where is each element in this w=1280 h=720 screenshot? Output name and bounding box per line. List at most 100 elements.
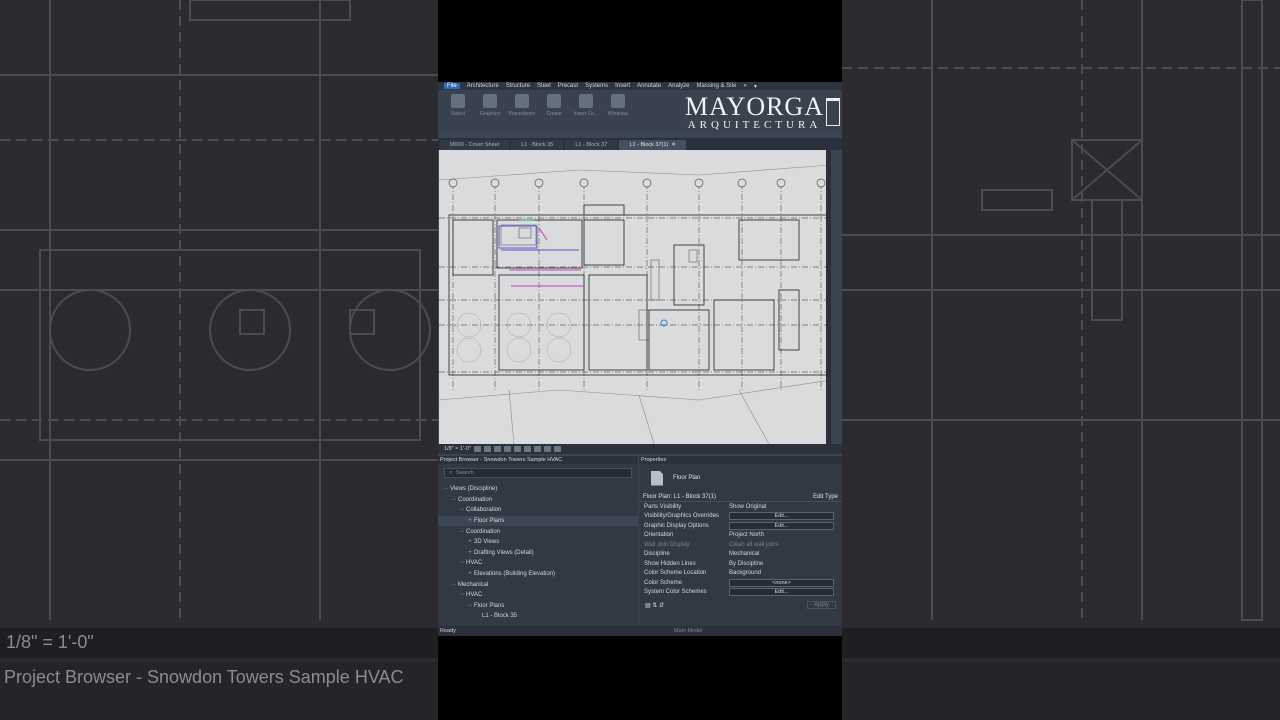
expand-icon[interactable]: + xyxy=(466,550,474,556)
menu-precast[interactable]: Precast xyxy=(558,83,578,89)
menu-annotate[interactable]: Annotate xyxy=(637,83,661,89)
expand-icon[interactable]: + xyxy=(466,539,474,545)
tree-item[interactable]: − HVAC xyxy=(438,590,638,601)
instance-selector[interactable]: Floor Plan: L1 - Block 37(1) Edit Type xyxy=(639,492,842,502)
property-value[interactable]: Background xyxy=(729,570,842,576)
menu-systems[interactable]: Systems xyxy=(585,83,608,89)
show-crop-icon[interactable] xyxy=(523,446,531,452)
tree-item[interactable]: + Floor Plans xyxy=(438,515,638,527)
left-backdrop-scale: 1/8" = 1'-0" xyxy=(6,632,94,652)
right-backdrop xyxy=(842,0,1280,720)
lock-3d-icon[interactable] xyxy=(533,446,541,452)
property-edit-button[interactable]: Edit... xyxy=(729,521,834,530)
ribbon-select[interactable]: Select xyxy=(444,94,472,128)
expand-icon[interactable]: + xyxy=(466,518,474,524)
close-icon[interactable]: ✕ xyxy=(671,142,676,148)
shadows-icon[interactable] xyxy=(503,446,511,452)
tree-item-label: Coordination xyxy=(458,496,493,503)
property-value[interactable]: Clean all wall joins xyxy=(729,542,842,548)
collapse-icon[interactable]: − xyxy=(450,582,458,588)
tree-item[interactable]: + Drafting Views (Detail) xyxy=(438,548,638,559)
collapse-icon[interactable]: − xyxy=(450,497,458,503)
reveal-hidden-icon[interactable] xyxy=(553,446,561,452)
canvas-scrollbar[interactable] xyxy=(826,150,831,444)
tree-item[interactable]: − HVAC xyxy=(438,558,638,569)
tree-item-label: Floor Plans xyxy=(474,518,505,525)
menu-analyze[interactable]: Analyze xyxy=(668,83,689,89)
ribbon-create[interactable]: Create xyxy=(540,94,568,128)
ribbon-insert[interactable]: Insert Co... xyxy=(572,94,600,128)
collapse-icon[interactable]: − xyxy=(442,486,450,492)
tree-item-label: Views (Discipline) xyxy=(450,486,498,493)
tree-item[interactable]: +3D Views xyxy=(438,537,638,548)
left-backdrop-browser-title: Project Browser - Snowdon Towers Sample … xyxy=(4,667,404,687)
floor-plan-icon xyxy=(651,470,663,486)
property-value[interactable]: Project North xyxy=(729,532,842,538)
tree-item[interactable]: − Views (Discipline) xyxy=(438,484,638,495)
sort-icons[interactable]: ▤ ⇅ ⇵ xyxy=(645,602,664,609)
property-edit-button[interactable]: <none> xyxy=(729,578,834,587)
tree-item[interactable]: − Collaboration xyxy=(438,505,638,516)
graphics-icon xyxy=(483,94,497,108)
collapse-icon[interactable]: − xyxy=(458,529,466,535)
floor-plan-canvas[interactable] xyxy=(439,150,831,444)
tree-item-label: L1 - Block 35 xyxy=(482,613,518,620)
detail-level-icon[interactable] xyxy=(473,446,481,452)
tree-item[interactable]: + Elevations (Building Elevation) xyxy=(438,569,638,580)
tree-item[interactable]: − Floor Plans xyxy=(438,601,638,612)
tree-item-label: Mechanical xyxy=(458,581,489,588)
tab-block-37[interactable]: L1 - Block 37 xyxy=(565,140,618,150)
browser-search-input[interactable]: ⌕ Search xyxy=(444,468,632,478)
edit-type-button[interactable]: Edit Type xyxy=(813,494,838,500)
menu-dropdown[interactable]: ▾ xyxy=(754,83,757,90)
property-value[interactable]: By Discipline xyxy=(729,561,842,567)
property-key: Color Scheme xyxy=(644,579,683,586)
expand-icon[interactable]: + xyxy=(466,571,474,577)
collapse-icon[interactable]: − xyxy=(458,507,466,513)
temporary-hide-icon[interactable] xyxy=(543,446,551,452)
menu-file[interactable]: File xyxy=(444,83,460,89)
property-row: System Color Schemes Edit... xyxy=(639,588,842,598)
column-logo-icon xyxy=(826,98,840,126)
property-value[interactable]: Show Original xyxy=(729,504,842,510)
ribbon-graphics[interactable]: Graphics xyxy=(476,94,504,128)
menu-insert[interactable]: Insert xyxy=(615,83,630,89)
property-edit-button[interactable]: Edit... xyxy=(729,512,834,521)
type-selector[interactable]: Floor Plan xyxy=(639,464,842,492)
revit-window: File Architecture Structure Steel Precas… xyxy=(438,82,842,636)
windows-icon xyxy=(611,94,625,108)
ribbon-precedence[interactable]: Precedence xyxy=(508,94,536,128)
tab-block-35[interactable]: L1 - Block 35 xyxy=(511,140,564,150)
active-model[interactable]: Main Model xyxy=(674,628,702,634)
tree-item[interactable]: − Coordination xyxy=(438,495,638,506)
tree-item[interactable]: − Mechanical xyxy=(438,579,638,590)
tree-item[interactable]: L1 - Block 35 xyxy=(438,611,638,622)
menu-bar: File Architecture Structure Steel Precas… xyxy=(438,82,842,90)
sun-path-icon[interactable] xyxy=(493,446,501,452)
view-control-bar: 1/8" = 1'-0" xyxy=(438,444,842,454)
tree-item[interactable]: − Coordination xyxy=(438,526,638,537)
apply-button[interactable]: Apply xyxy=(806,601,836,609)
left-backdrop: 1/8" = 1'-0" Project Browser - Snowdon T… xyxy=(0,0,438,720)
visual-style-icon[interactable] xyxy=(483,446,491,452)
ribbon-windows[interactable]: Windows xyxy=(604,94,632,128)
view-tabs: M000 - Cover Sheet L1 - Block 35 L1 - Bl… xyxy=(438,138,842,150)
tab-block-37-1[interactable]: L1 - Block 37(1) ✕ xyxy=(619,140,686,150)
collapse-icon[interactable]: − xyxy=(466,603,474,609)
collapse-icon[interactable]: − xyxy=(458,592,466,598)
view-scale[interactable]: 1/8" = 1'-0" xyxy=(444,446,471,452)
crop-view-icon[interactable] xyxy=(513,446,521,452)
menu-steel[interactable]: Steel xyxy=(537,83,551,89)
tree-item-label: Collaboration xyxy=(466,507,502,514)
collapse-icon[interactable]: − xyxy=(458,560,466,566)
menu-architecture[interactable]: Architecture xyxy=(467,83,499,89)
property-row: Color Scheme Location Background xyxy=(639,569,842,579)
property-value[interactable]: Mechanical xyxy=(729,551,842,557)
tab-cover-sheet[interactable]: M000 - Cover Sheet xyxy=(440,140,510,150)
menu-massing-site[interactable]: Massing & Site xyxy=(696,83,736,89)
property-edit-button[interactable]: Edit... xyxy=(729,588,834,597)
menu-structure[interactable]: Structure xyxy=(506,83,530,89)
browser-tree: − Views (Discipline) − Coordination − Collabo… xyxy=(438,482,638,622)
property-row: Color Scheme <none> xyxy=(639,578,842,588)
menu-overflow[interactable]: » xyxy=(744,83,747,89)
